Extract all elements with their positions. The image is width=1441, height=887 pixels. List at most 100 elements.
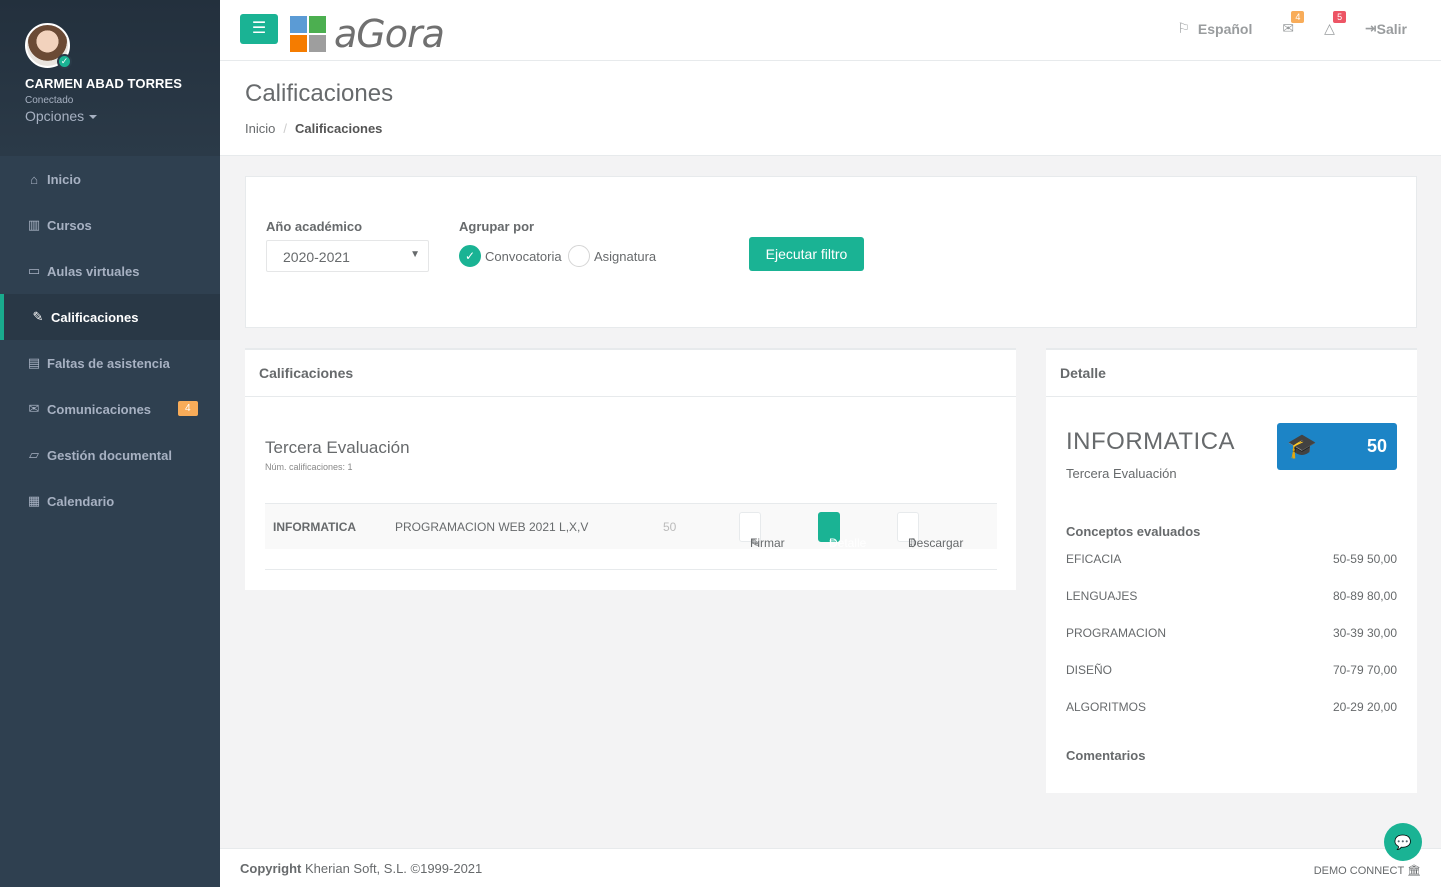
sidebar-item-label: Calendario	[47, 493, 115, 509]
sidebar-item-label: Aulas virtuales	[47, 263, 140, 279]
page-heading: Calificaciones Inicio / Calificaciones	[220, 61, 1441, 156]
footer-brand: DEMO CONNECT 🏛	[1314, 864, 1421, 877]
detail-panel-title: Detalle	[1046, 350, 1417, 397]
top-right-menu: ⚐ Español ✉ 4 △ 5 ⇥ Salir	[1147, 11, 1407, 37]
sidebar-item-inicio[interactable]: ⌂ Inicio	[0, 156, 220, 202]
sign-button-label: Firmar	[750, 536, 785, 550]
envelope-icon: ✉	[28, 401, 40, 416]
laptop-icon: ▭	[27, 263, 41, 278]
concept-grade: 30-39 30,00	[1332, 626, 1397, 640]
divider	[265, 569, 997, 570]
detail-evaluation: Tercera Evaluación	[1066, 466, 1177, 481]
download-button[interactable]: ⇩ Descargar	[897, 512, 963, 550]
sidebar-item-aulas-virtuales[interactable]: ▭ Aulas virtuales	[0, 248, 220, 294]
grades-count: Núm. calificaciones: 1	[265, 462, 353, 472]
row-score: 50	[663, 520, 677, 534]
graduation-icon: ✎	[32, 309, 44, 324]
score-value: 50	[1366, 436, 1387, 456]
concept-row: ALGORITMOS 20-29 20,00	[1066, 700, 1397, 714]
notifications-count-badge: 5	[1333, 11, 1347, 23]
sidebar-item-label: Faltas de asistencia	[47, 355, 170, 371]
grades-panel: Calificaciones Tercera Evaluación Núm. c…	[245, 348, 1016, 590]
evaluation-title: Tercera Evaluación	[265, 438, 410, 457]
sidebar-item-cursos[interactable]: ▥ Cursos	[0, 202, 220, 248]
sidebar-item-gestion-documental[interactable]: ▱ Gestión documental	[0, 432, 220, 478]
filter-box: Año académico 2020-2021 ▼ Agrupar por ✓ Co…	[245, 176, 1417, 328]
radio-convocatoria[interactable]: ✓ Convocatoria	[459, 245, 562, 267]
sidebar-item-label: Cursos	[47, 217, 92, 233]
notifications-button[interactable]: △ 5	[1324, 11, 1347, 37]
concept-name: ALGORITMOS	[1066, 700, 1147, 714]
sign-button[interactable]: ✎ Firmar	[739, 512, 785, 550]
flag-icon: ⚐	[1177, 20, 1190, 36]
table-row: INFORMATICA PROGRAMACION WEB 2021 L,X,V …	[265, 503, 997, 550]
concept-row: PROGRAMACION 30-39 30,00	[1066, 626, 1397, 640]
chat-icon: 💬	[1394, 834, 1412, 850]
breadcrumb-current: Calificaciones	[294, 121, 383, 136]
concept-name: PROGRAMACION	[1066, 626, 1167, 640]
concept-name: LENGUAJES	[1066, 589, 1138, 603]
language-selector[interactable]: ⚐ Español	[1177, 20, 1252, 37]
page-title: Calificaciones	[245, 80, 394, 107]
calendar-icon: ▦	[27, 493, 41, 508]
year-label: Año académico	[266, 219, 363, 234]
options-dropdown[interactable]: Opciones	[25, 108, 195, 124]
concept-grade: 80-89 80,00	[1332, 589, 1397, 603]
sidebar-item-label: Gestión documental	[47, 447, 172, 463]
menu-toggle-button[interactable]: ☰	[240, 14, 278, 44]
concept-row: DISEÑO 70-79 70,00	[1066, 663, 1397, 677]
grades-panel-title: Calificaciones	[245, 350, 1016, 397]
concept-grade: 20-29 20,00	[1332, 700, 1397, 714]
copyright-text: Kherian Soft, S.L. ©1999-2021	[305, 861, 483, 876]
sidebar-nav: ⌂ Inicio ▥ Cursos ▭ Aulas virtuales ✎ Califi…	[0, 156, 220, 524]
copyright-label: Copyright	[240, 861, 302, 876]
books-icon: ▥	[27, 217, 41, 232]
detail-button[interactable]: ≡ Detalle	[818, 512, 866, 550]
footer: Copyright Kherian Soft, S.L. ©1999-2021 …	[220, 848, 1441, 887]
concept-row: LENGUAJES 80-89 80,00	[1066, 589, 1397, 603]
sign-out-icon: ⇥	[1364, 20, 1377, 36]
logout-label: Salir	[1376, 20, 1407, 37]
unread-badge: 4	[178, 401, 198, 416]
messages-count-badge: 4	[1291, 11, 1305, 23]
graduation-cap-icon: 🎓	[1287, 433, 1317, 460]
concept-name: DISEÑO	[1066, 663, 1113, 677]
logo-tiles-icon	[290, 16, 326, 52]
concept-grade: 70-79 70,00	[1332, 663, 1397, 677]
group-by-label: Agrupar por	[459, 219, 535, 234]
app-logo[interactable]: aGora	[290, 12, 445, 56]
detail-button-label: Detalle	[829, 536, 867, 550]
download-button-label: Descargar	[908, 536, 964, 550]
avatar[interactable]: ✓	[25, 23, 72, 69]
run-filter-button[interactable]: Ejecutar filtro	[749, 237, 864, 271]
row-subject: INFORMATICA	[273, 520, 357, 534]
sidebar-item-faltas-de-asistencia[interactable]: ▤ Faltas de asistencia	[0, 340, 220, 386]
messages-button[interactable]: ✉ 4	[1282, 11, 1305, 37]
sidebar: ✓ CARMEN ABAD TORRES Conectado Opciones …	[0, 0, 220, 887]
year-select[interactable]: 2020-2021 ▼	[266, 240, 429, 272]
concept-name: EFICACIA	[1066, 552, 1122, 566]
radio-asignatura[interactable]: Asignatura	[568, 245, 656, 267]
folder-icon: ▱	[29, 447, 39, 462]
bank-icon: 🏛	[1407, 865, 1421, 877]
chevron-down-icon: ▼	[410, 249, 420, 260]
year-value: 2020-2021	[283, 249, 350, 265]
caret-down-icon	[89, 115, 98, 120]
top-navbar: ☰ aGora ⚐ Español ✉ 4 △ 5 ⇥ Salir	[220, 0, 1441, 61]
radio-empty-icon	[568, 245, 590, 267]
score-box: 🎓 50	[1277, 423, 1397, 470]
sidebar-item-comunicaciones[interactable]: ✉ Comunicaciones 4	[0, 386, 220, 432]
detail-subject: INFORMATICA	[1066, 428, 1236, 455]
logout-link[interactable]: ⇥ Salir	[1365, 20, 1407, 37]
concept-grade: 50-59 50,00	[1332, 552, 1397, 566]
clipboard-icon: ▤	[27, 355, 41, 370]
sidebar-item-calificaciones[interactable]: ✎ Calificaciones	[0, 294, 220, 340]
sidebar-item-label: Inicio	[47, 171, 81, 187]
sidebar-item-calendario[interactable]: ▦ Calendario	[0, 478, 220, 524]
breadcrumb-home[interactable]: Inicio	[245, 121, 275, 136]
check-icon: ✓	[459, 245, 481, 267]
radio-asignatura-label: Asignatura	[594, 248, 657, 264]
user-name: CARMEN ABAD TORRES	[25, 76, 183, 91]
sidebar-item-label: Comunicaciones	[47, 401, 152, 417]
chat-button[interactable]: 💬	[1384, 823, 1422, 861]
